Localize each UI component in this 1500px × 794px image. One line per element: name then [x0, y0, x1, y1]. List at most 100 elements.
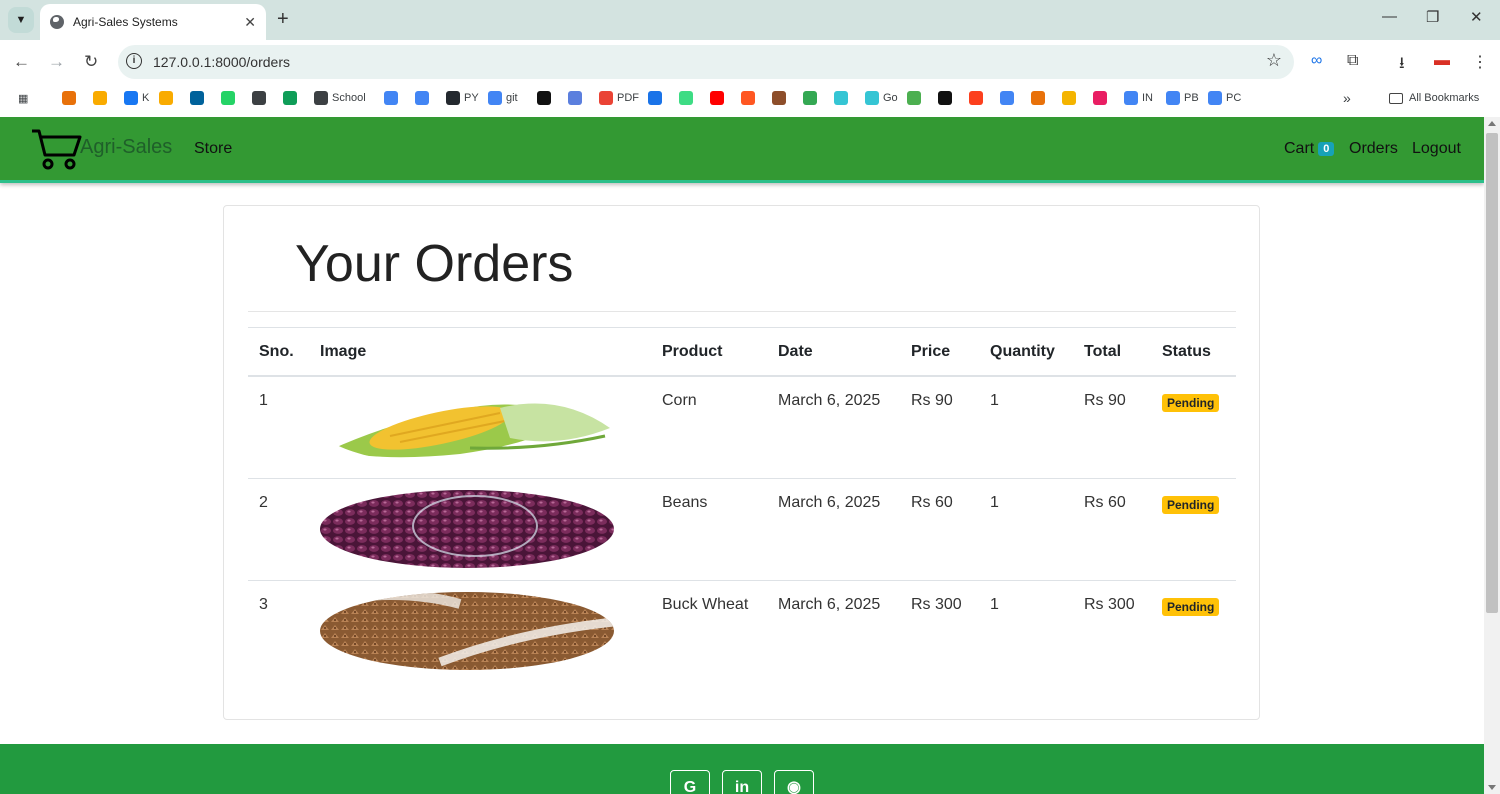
cell-sno: 2 — [248, 478, 309, 581]
bookmark-item[interactable] — [415, 90, 433, 106]
bookmark-favicon-icon — [190, 91, 204, 105]
site-footer: G in ◉ — [0, 744, 1484, 794]
bookmark-favicon-icon — [159, 91, 173, 105]
bookmark-favicon-icon — [1000, 91, 1014, 105]
menu-kebab-icon[interactable]: ⋮ — [1472, 52, 1488, 72]
bookmark-item[interactable] — [648, 90, 666, 106]
browser-tab-active[interactable]: Agri-Sales Systems ✕ — [40, 4, 266, 40]
bookmark-item[interactable] — [772, 90, 790, 106]
bookmark-item[interactable] — [221, 90, 239, 106]
bookmark-item[interactable] — [907, 90, 925, 106]
site-info-icon[interactable]: i — [126, 53, 142, 69]
cell-date: March 6, 2025 — [767, 478, 900, 581]
bookmark-item[interactable] — [252, 90, 270, 106]
page-scrollbar[interactable] — [1484, 117, 1500, 794]
bookmark-item[interactable] — [62, 90, 80, 106]
bookmark-favicon-icon — [283, 91, 297, 105]
status-badge: Pending — [1162, 597, 1220, 616]
scroll-down-icon[interactable] — [1488, 785, 1496, 790]
bookmark-star-icon[interactable]: ☆ — [1266, 50, 1282, 71]
col-header-total: Total — [1073, 327, 1151, 377]
bookmark-item[interactable] — [1093, 90, 1111, 106]
bookmark-favicon-icon — [1166, 91, 1180, 105]
bookmark-item[interactable]: PB — [1166, 90, 1199, 106]
bookmark-item[interactable] — [568, 90, 586, 106]
nav-store[interactable]: Store — [194, 140, 232, 158]
tab-search-button[interactable]: ▼ — [8, 7, 34, 33]
bookmark-item[interactable] — [384, 90, 402, 106]
nav-cart[interactable]: Cart 0 — [1284, 140, 1335, 158]
back-icon[interactable]: ← — [13, 52, 30, 72]
address-bar[interactable]: i 127.0.0.1:8000/orders ☆ — [118, 45, 1294, 79]
bookmark-item[interactable]: git — [488, 90, 518, 106]
bookmark-favicon-icon — [710, 91, 724, 105]
bookmark-item[interactable] — [1031, 90, 1049, 106]
reload-icon[interactable]: ↻ — [84, 52, 98, 72]
bookmark-item[interactable]: IN — [1124, 90, 1153, 106]
bookmark-favicon-icon — [384, 91, 398, 105]
extensions-puzzle-icon[interactable]: ⧉ — [1347, 52, 1358, 70]
bookmark-favicon-icon — [62, 91, 76, 105]
bookmark-item[interactable] — [834, 90, 852, 106]
all-bookmarks-label: All Bookmarks — [1409, 92, 1480, 104]
bookmark-favicon-icon — [1031, 91, 1045, 105]
bookmark-item[interactable]: PY — [446, 90, 479, 106]
cell-status: Pending — [1151, 580, 1236, 682]
table-header-row: Sno. Image Product Date Price Quantity T… — [248, 327, 1236, 377]
bookmark-item[interactable]: PDF — [599, 90, 639, 106]
scrollbar-thumb[interactable] — [1486, 133, 1498, 613]
bookmarks-overflow[interactable]: » — [1343, 90, 1351, 106]
bookmark-item[interactable] — [283, 90, 301, 106]
all-bookmarks[interactable]: All Bookmarks — [1389, 90, 1479, 106]
cell-sno: 1 — [248, 376, 309, 479]
github-icon[interactable]: ◉ — [774, 770, 814, 794]
google-icon[interactable]: G — [670, 770, 710, 794]
tab-title: Agri-Sales Systems — [73, 15, 178, 29]
minimize-icon[interactable]: — — [1382, 8, 1397, 25]
bookmark-item[interactable]: Go — [865, 90, 898, 106]
profile-icon[interactable]: ▬ — [1434, 52, 1450, 70]
bookmark-label: Go — [883, 92, 898, 104]
bookmark-item[interactable] — [190, 90, 208, 106]
bookmark-item[interactable]: PC — [1208, 90, 1241, 106]
browser-tab-strip: ▼ Agri-Sales Systems ✕ + — ❐ ✕ — [0, 0, 1500, 40]
bookmark-item[interactable] — [710, 90, 728, 106]
address-url[interactable]: 127.0.0.1:8000/orders — [153, 54, 290, 70]
cell-image — [309, 376, 651, 479]
nav-logout[interactable]: Logout — [1412, 140, 1461, 158]
extension-icon[interactable]: ∞ — [1311, 52, 1322, 70]
col-header-price: Price — [900, 327, 979, 377]
download-icon[interactable]: ⭳ — [1399, 52, 1405, 79]
nav-orders[interactable]: Orders — [1349, 140, 1398, 158]
cell-status: Pending — [1151, 376, 1236, 479]
linkedin-icon[interactable]: in — [722, 770, 762, 794]
divider — [248, 311, 1236, 312]
tab-close-icon[interactable]: ✕ — [244, 14, 256, 31]
bookmark-label: IN — [1142, 92, 1153, 104]
bookmark-item[interactable] — [1062, 90, 1080, 106]
new-tab-button[interactable]: + — [277, 8, 289, 31]
forward-icon[interactable]: → — [48, 52, 65, 72]
bookmark-item[interactable] — [938, 90, 956, 106]
close-window-icon[interactable]: ✕ — [1470, 8, 1483, 26]
apps-grid-icon[interactable]: ▦ — [18, 90, 28, 106]
bookmark-item[interactable] — [969, 90, 987, 106]
bookmark-item[interactable] — [679, 90, 697, 106]
bookmark-item[interactable] — [537, 90, 555, 106]
table-row: 3 Buck Wheat March 6, 2025 Rs 300 1 Rs 3… — [248, 580, 1236, 682]
bookmark-item[interactable] — [93, 90, 111, 106]
bookmark-item[interactable] — [1000, 90, 1018, 106]
scroll-up-icon[interactable] — [1488, 121, 1496, 126]
restore-icon[interactable]: ❐ — [1426, 8, 1439, 26]
bookmark-item[interactable] — [741, 90, 759, 106]
bookmark-item[interactable]: K — [124, 90, 149, 106]
brand-link[interactable]: Agri-Sales — [30, 127, 172, 171]
cell-status: Pending — [1151, 478, 1236, 581]
cell-quantity: 1 — [979, 478, 1073, 581]
globe-icon — [50, 15, 64, 29]
bookmark-item[interactable] — [159, 90, 177, 106]
bookmark-item[interactable]: School — [314, 90, 366, 106]
col-header-status: Status — [1151, 327, 1236, 377]
bookmark-item[interactable] — [803, 90, 821, 106]
bookmark-favicon-icon — [969, 91, 983, 105]
